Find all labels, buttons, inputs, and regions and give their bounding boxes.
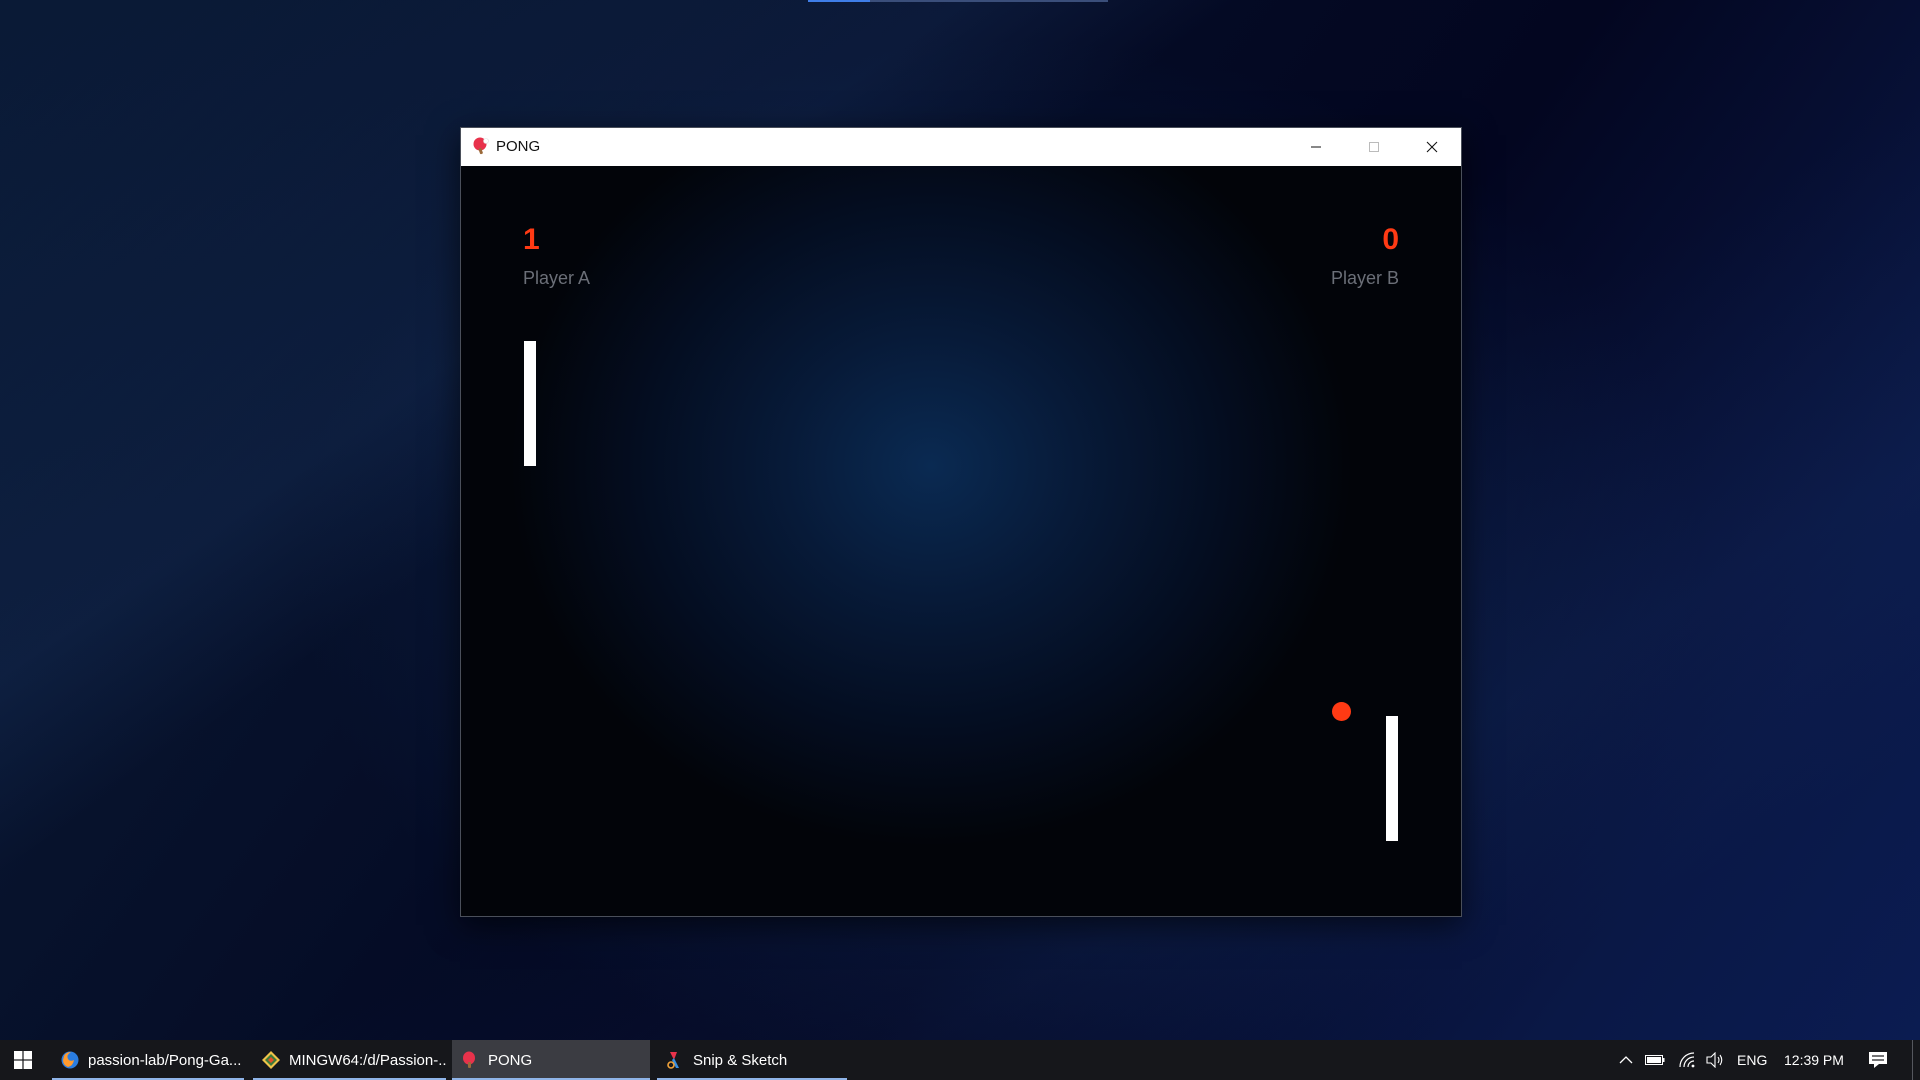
battery-icon[interactable] [1645,1050,1665,1070]
taskbar-item-label: MINGW64:/d/Passion-... [289,1051,446,1069]
taskbar-item-label: Snip & Sketch [693,1051,788,1069]
taskbar-item-label: PONG [488,1051,533,1069]
window-titlebar[interactable]: PONG [461,128,1461,166]
pong-window: PONG 1 Player A 0 Player B [460,127,1462,917]
pong-icon [471,136,491,156]
snip-sketch-icon [665,1050,685,1070]
windows-logo-icon [14,1051,32,1069]
player-a-label: Player A [523,268,591,288]
pong-icon [460,1050,480,1070]
taskbar-item-mingw64[interactable]: MINGW64:/d/Passion-... [253,1040,446,1080]
close-icon [1426,141,1438,153]
clock[interactable]: 12:39 PM [1784,1040,1844,1080]
start-button[interactable] [0,1040,46,1080]
minimize-button[interactable] [1287,128,1345,166]
language-indicator[interactable]: ENG [1737,1040,1767,1080]
taskbar-item-firefox[interactable]: passion-lab/Pong-Ga... [52,1040,244,1080]
volume-icon[interactable] [1705,1050,1725,1070]
firefox-icon [60,1050,80,1070]
game-canvas[interactable]: 1 Player A 0 Player B [461,166,1461,916]
taskbar-item-label: passion-lab/Pong-Ga... [88,1051,242,1069]
player-a-score: 1 [523,223,540,256]
taskbar-item-snip-sketch[interactable]: Snip & Sketch [657,1040,847,1080]
taskbar: passion-lab/Pong-Ga... MINGW64:/d/Passio… [0,1040,1920,1080]
maximize-icon [1369,142,1379,152]
taskbar-item-pong[interactable]: PONG [452,1040,650,1080]
paddle-player-b [1386,716,1398,841]
player-b-score: 0 [1382,223,1399,256]
player-b-label: Player B [1330,268,1399,288]
notification-center-icon[interactable] [1868,1050,1888,1070]
close-button[interactable] [1403,128,1461,166]
show-desktop-button[interactable] [1912,1040,1920,1080]
ball [1332,702,1351,721]
show-hidden-icons-chevron-icon[interactable] [1616,1050,1636,1070]
window-title: PONG [496,138,541,155]
minimize-icon [1311,146,1321,148]
paddle-player-a [524,341,536,466]
top-edge-indicator-active [808,0,870,2]
maximize-button[interactable] [1345,128,1403,166]
wifi-icon[interactable] [1677,1050,1697,1070]
git-bash-icon [261,1050,281,1070]
desktop: PONG 1 Player A 0 Player B passion-lab/P… [0,0,1920,1080]
